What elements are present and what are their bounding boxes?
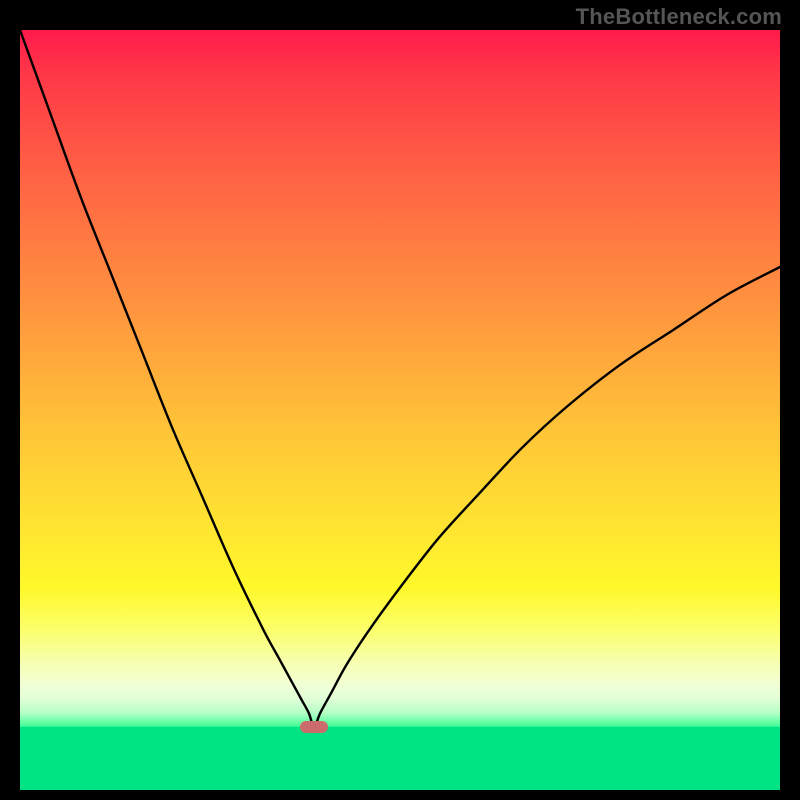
watermark-text: TheBottleneck.com: [576, 4, 782, 30]
bottleneck-curve: [20, 30, 780, 727]
plot-area: [20, 30, 780, 790]
curve-layer: [20, 30, 780, 790]
min-point-marker: [300, 721, 328, 733]
chart-frame: TheBottleneck.com: [0, 0, 800, 800]
